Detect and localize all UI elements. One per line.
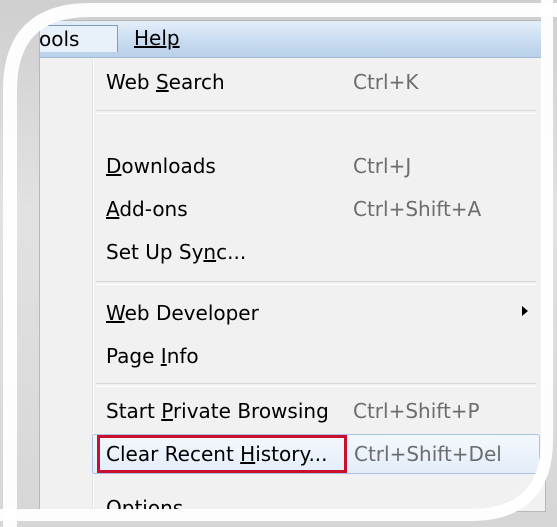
menu-item-label: Start Private Browsing: [106, 399, 329, 423]
menu-item-label: Page Info: [106, 344, 199, 368]
menu-item-add-ons[interactable]: Add-ons Ctrl+Shift+A: [96, 189, 536, 229]
menu-tools[interactable]: ools: [39, 25, 118, 52]
menu-item-options[interactable]: Options: [96, 488, 536, 512]
menu-tools-label: ools: [39, 27, 80, 51]
menu-screenshot: ools Help Web Search Ctrl+K Downloads Ct…: [39, 20, 546, 512]
menu-item-label: Add-ons: [106, 197, 188, 221]
menu-bar: ools Help: [40, 21, 545, 58]
menu-item-label: Options: [106, 496, 184, 512]
menu-item-shortcut: Ctrl+Shift+Del: [354, 442, 502, 466]
menu-help[interactable]: Help: [126, 25, 196, 52]
menu-separator: [96, 281, 536, 285]
highlight-annotation-box: [97, 435, 347, 473]
menu-item-shortcut: Ctrl+K: [353, 70, 419, 94]
menu-item-web-search[interactable]: Web Search Ctrl+K: [96, 62, 536, 102]
menu-item-shortcut: Ctrl+Shift+P: [353, 399, 480, 423]
menu-item-start-private-browsing[interactable]: Start Private Browsing Ctrl+Shift+P: [96, 391, 536, 431]
menu-item-label: Web Search: [106, 70, 225, 94]
menu-item-label: Downloads: [106, 154, 216, 178]
menu-item-page-info[interactable]: Page Info: [96, 336, 536, 376]
menu-item-downloads[interactable]: Downloads Ctrl+J: [96, 146, 536, 186]
menu-item-shortcut: Ctrl+Shift+A: [353, 197, 482, 221]
menu-item-label: Set Up Sync...: [106, 240, 247, 264]
menu-item-set-up-sync[interactable]: Set Up Sync...: [96, 232, 536, 272]
menu-separator: [96, 383, 536, 387]
tools-dropdown-menu: Web Search Ctrl+K Downloads Ctrl+J Add-o…: [40, 58, 545, 512]
menu-item-label: Web Developer: [106, 301, 259, 325]
menu-icon-gutter: [40, 58, 93, 511]
menu-item-shortcut: Ctrl+J: [353, 154, 412, 178]
menu-item-web-developer[interactable]: Web Developer: [96, 293, 536, 333]
menu-help-label: Help: [134, 26, 180, 50]
submenu-arrow-icon: [522, 306, 528, 316]
menu-separator: [96, 110, 536, 114]
